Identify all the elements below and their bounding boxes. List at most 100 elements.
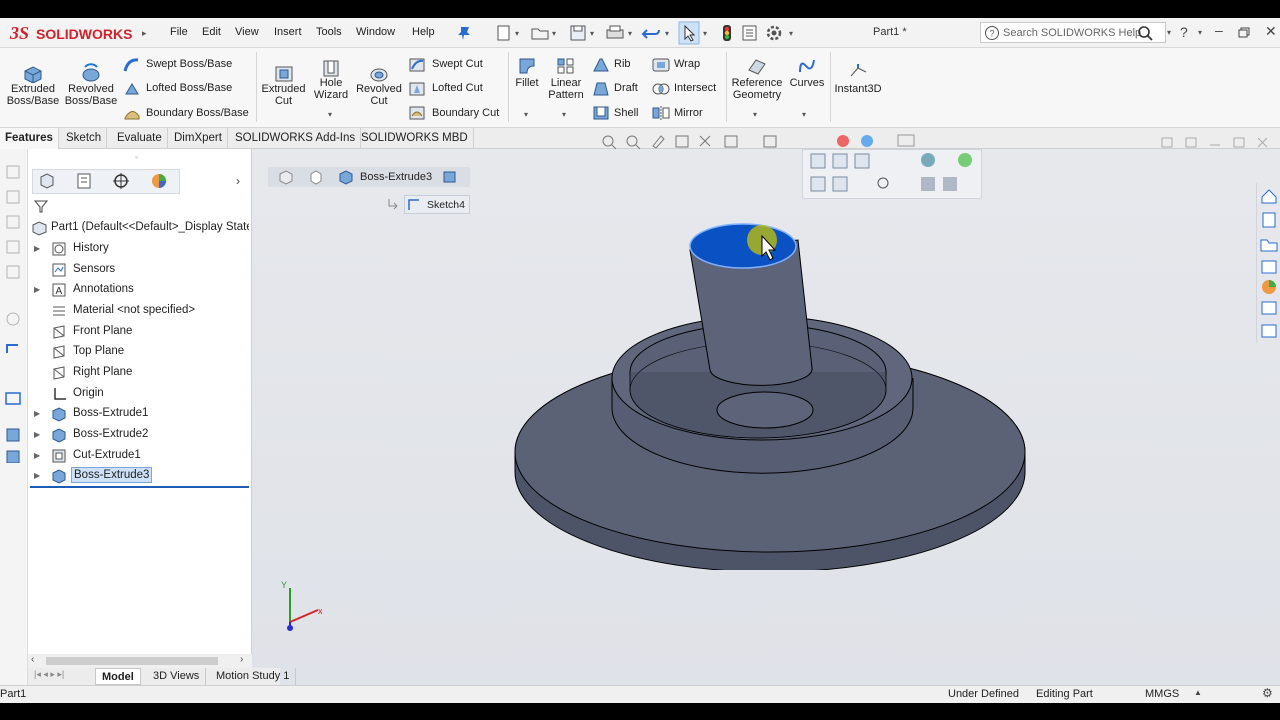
mirror-button[interactable]: Mirror [674, 107, 703, 119]
tree-item-front-plane[interactable]: Front Plane [30, 322, 252, 342]
hole-wizard-dropdown[interactable]: ▾ [328, 110, 332, 119]
open-document-icon[interactable]: ▾ [530, 24, 562, 42]
tree-item-material[interactable]: Material <not specified> [30, 301, 252, 321]
solidworks-logo[interactable]: 3S SOLIDWORKS [8, 22, 143, 46]
draft-button[interactable]: Draft [614, 82, 638, 94]
lofted-cut-button[interactable]: Lofted Cut [432, 82, 483, 94]
tab-scroll-arrows[interactable]: |◂ ◂ ▸ ▸| [34, 669, 64, 680]
revolved-cut-button[interactable]: Revolved Cut [352, 83, 406, 107]
tree-item-right-plane[interactable]: Right Plane [30, 363, 252, 383]
shell-button[interactable]: Shell [614, 107, 638, 119]
menu-edit[interactable]: Edit [202, 26, 221, 38]
scroll-left-icon[interactable]: ‹ [31, 654, 34, 665]
extruded-cut-button[interactable]: Extruded Cut [256, 83, 311, 107]
rib-button[interactable]: Rib [614, 58, 631, 70]
swept-boss-button[interactable]: Swept Boss/Base [146, 58, 232, 70]
wrap-button[interactable]: Wrap [674, 58, 700, 70]
tab-addins[interactable]: SOLIDWORKS Add-Ins [230, 128, 362, 149]
boundary-cut-button[interactable]: Boundary Cut [432, 107, 499, 119]
tab-mbd[interactable]: SOLIDWORKS MBD [356, 128, 474, 149]
curves-dropdown[interactable]: ▾ [802, 110, 806, 119]
menu-help[interactable]: Help [412, 26, 435, 38]
expand-arrow-icon[interactable]: ▶ [34, 430, 40, 439]
tab-dimxpert[interactable]: DimXpert [169, 128, 228, 149]
help-icon[interactable]: ? [1180, 24, 1188, 40]
tab-evaluate[interactable]: Evaluate [112, 128, 168, 149]
pin-icon[interactable] [455, 24, 477, 42]
tree-root[interactable]: Part1 (Default<<Default>_Display State [51, 221, 249, 233]
extruded-boss-button[interactable]: Extruded Boss/Base [4, 83, 62, 107]
menu-file[interactable]: File [170, 26, 188, 38]
view-toolbar-icons[interactable] [803, 150, 983, 200]
feature-tree-tab-icon[interactable] [38, 172, 56, 190]
tab-sketch[interactable]: Sketch [61, 128, 108, 149]
search-icon[interactable] [1137, 25, 1155, 41]
tree-item-cut-extrude1[interactable]: ▶ Cut-Extrude1 [30, 446, 252, 466]
new-document-icon[interactable]: ▾ [495, 24, 525, 42]
expand-arrow-icon[interactable]: ▶ [34, 285, 40, 294]
menu-tools[interactable]: Tools [316, 26, 342, 38]
task-pane-icons[interactable] [1258, 185, 1280, 345]
status-units[interactable]: MMGS [1145, 688, 1179, 700]
fillet-dropdown[interactable]: ▾ [524, 110, 528, 119]
panel-hscrollbar[interactable]: ‹ › [28, 654, 252, 668]
expand-arrow-icon[interactable]: ▶ [34, 451, 40, 460]
undo-icon[interactable]: ▾ [641, 24, 675, 42]
logo-menu-arrow[interactable]: ▸ [142, 28, 147, 39]
expand-arrow-icon[interactable]: ▶ [34, 471, 40, 480]
tab-model[interactable]: Model [95, 668, 141, 685]
configuration-manager-tab-icon[interactable] [112, 172, 130, 190]
print-icon[interactable]: ▾ [604, 24, 638, 42]
status-options-icon[interactable]: ⚙ [1262, 686, 1273, 700]
expand-arrow-icon[interactable]: ▶ [34, 244, 40, 253]
expand-arrow-icon[interactable]: ▶ [34, 409, 40, 418]
filter-icon[interactable] [33, 198, 49, 214]
swept-cut-button[interactable]: Swept Cut [432, 58, 483, 70]
scroll-thumb[interactable] [46, 657, 218, 665]
panel-expand-arrow[interactable]: › [236, 174, 240, 188]
select-icon[interactable]: ▾ [678, 21, 712, 45]
panel-splitter-dot[interactable]: ◦ [135, 152, 138, 162]
tree-item-annotations[interactable]: ▶ A Annotations [30, 280, 252, 300]
tree-item-origin[interactable]: Origin [30, 384, 252, 404]
instant3d-button[interactable]: Instant3D [832, 83, 884, 95]
reference-geometry-dropdown[interactable]: ▾ [753, 110, 757, 119]
tab-3d-views[interactable]: 3D Views [147, 668, 207, 685]
tree-item-boss-extrude2[interactable]: ▶ Boss-Extrude2 [30, 425, 252, 445]
options-gear-icon[interactable]: ▾ [764, 24, 798, 42]
face-breadcrumb-icon[interactable] [442, 169, 458, 185]
lofted-boss-button[interactable]: Lofted Boss/Base [146, 82, 232, 94]
tree-item-boss-extrude3[interactable]: ▶ Boss-Extrude3 [30, 466, 249, 488]
view-toolbar-popup[interactable] [802, 149, 982, 199]
menu-insert[interactable]: Insert [274, 26, 302, 38]
display-manager-tab-icon[interactable] [150, 172, 168, 190]
3d-model[interactable] [500, 210, 1040, 570]
hole-wizard-button[interactable]: Hole Wizard [305, 77, 357, 101]
tab-features[interactable]: Features [0, 128, 59, 149]
minimize-icon[interactable]: – [1215, 22, 1223, 38]
intersect-button[interactable]: Intersect [674, 82, 716, 94]
menu-view[interactable]: View [235, 26, 259, 38]
breadcrumb-feature[interactable]: Boss-Extrude3 [360, 171, 432, 183]
help-dropdown-arrow[interactable]: ▾ [1198, 28, 1202, 37]
rebuild-icon[interactable] [718, 24, 736, 42]
property-manager-tab-icon[interactable] [75, 172, 93, 190]
linear-pattern-button[interactable]: Linear Pattern [543, 77, 589, 101]
left-strip-icons[interactable] [4, 163, 24, 463]
viewport-window-controls[interactable] [1158, 136, 1278, 150]
units-dropdown-arrow[interactable]: ▲ [1194, 688, 1202, 697]
breadcrumb-sketch[interactable]: Sketch4 [404, 195, 470, 214]
fillet-button[interactable]: Fillet [508, 77, 546, 89]
part-breadcrumb-icon[interactable] [278, 169, 294, 185]
tree-item-top-plane[interactable]: Top Plane [30, 342, 252, 362]
search-dropdown-arrow[interactable]: ▾ [1167, 28, 1171, 37]
tab-motion-study[interactable]: Motion Study 1 [210, 668, 297, 685]
reference-geometry-button[interactable]: Reference Geometry [728, 77, 786, 101]
tree-item-history[interactable]: ▶ History [30, 239, 252, 259]
file-properties-icon[interactable] [740, 24, 760, 42]
tree-item-sensors[interactable]: Sensors [30, 260, 252, 280]
save-icon[interactable]: ▾ [568, 24, 600, 42]
curves-button[interactable]: Curves [786, 77, 828, 89]
search-box[interactable]: ? Search SOLIDWORKS Help [980, 22, 1166, 43]
body-breadcrumb-icon[interactable] [308, 169, 324, 185]
